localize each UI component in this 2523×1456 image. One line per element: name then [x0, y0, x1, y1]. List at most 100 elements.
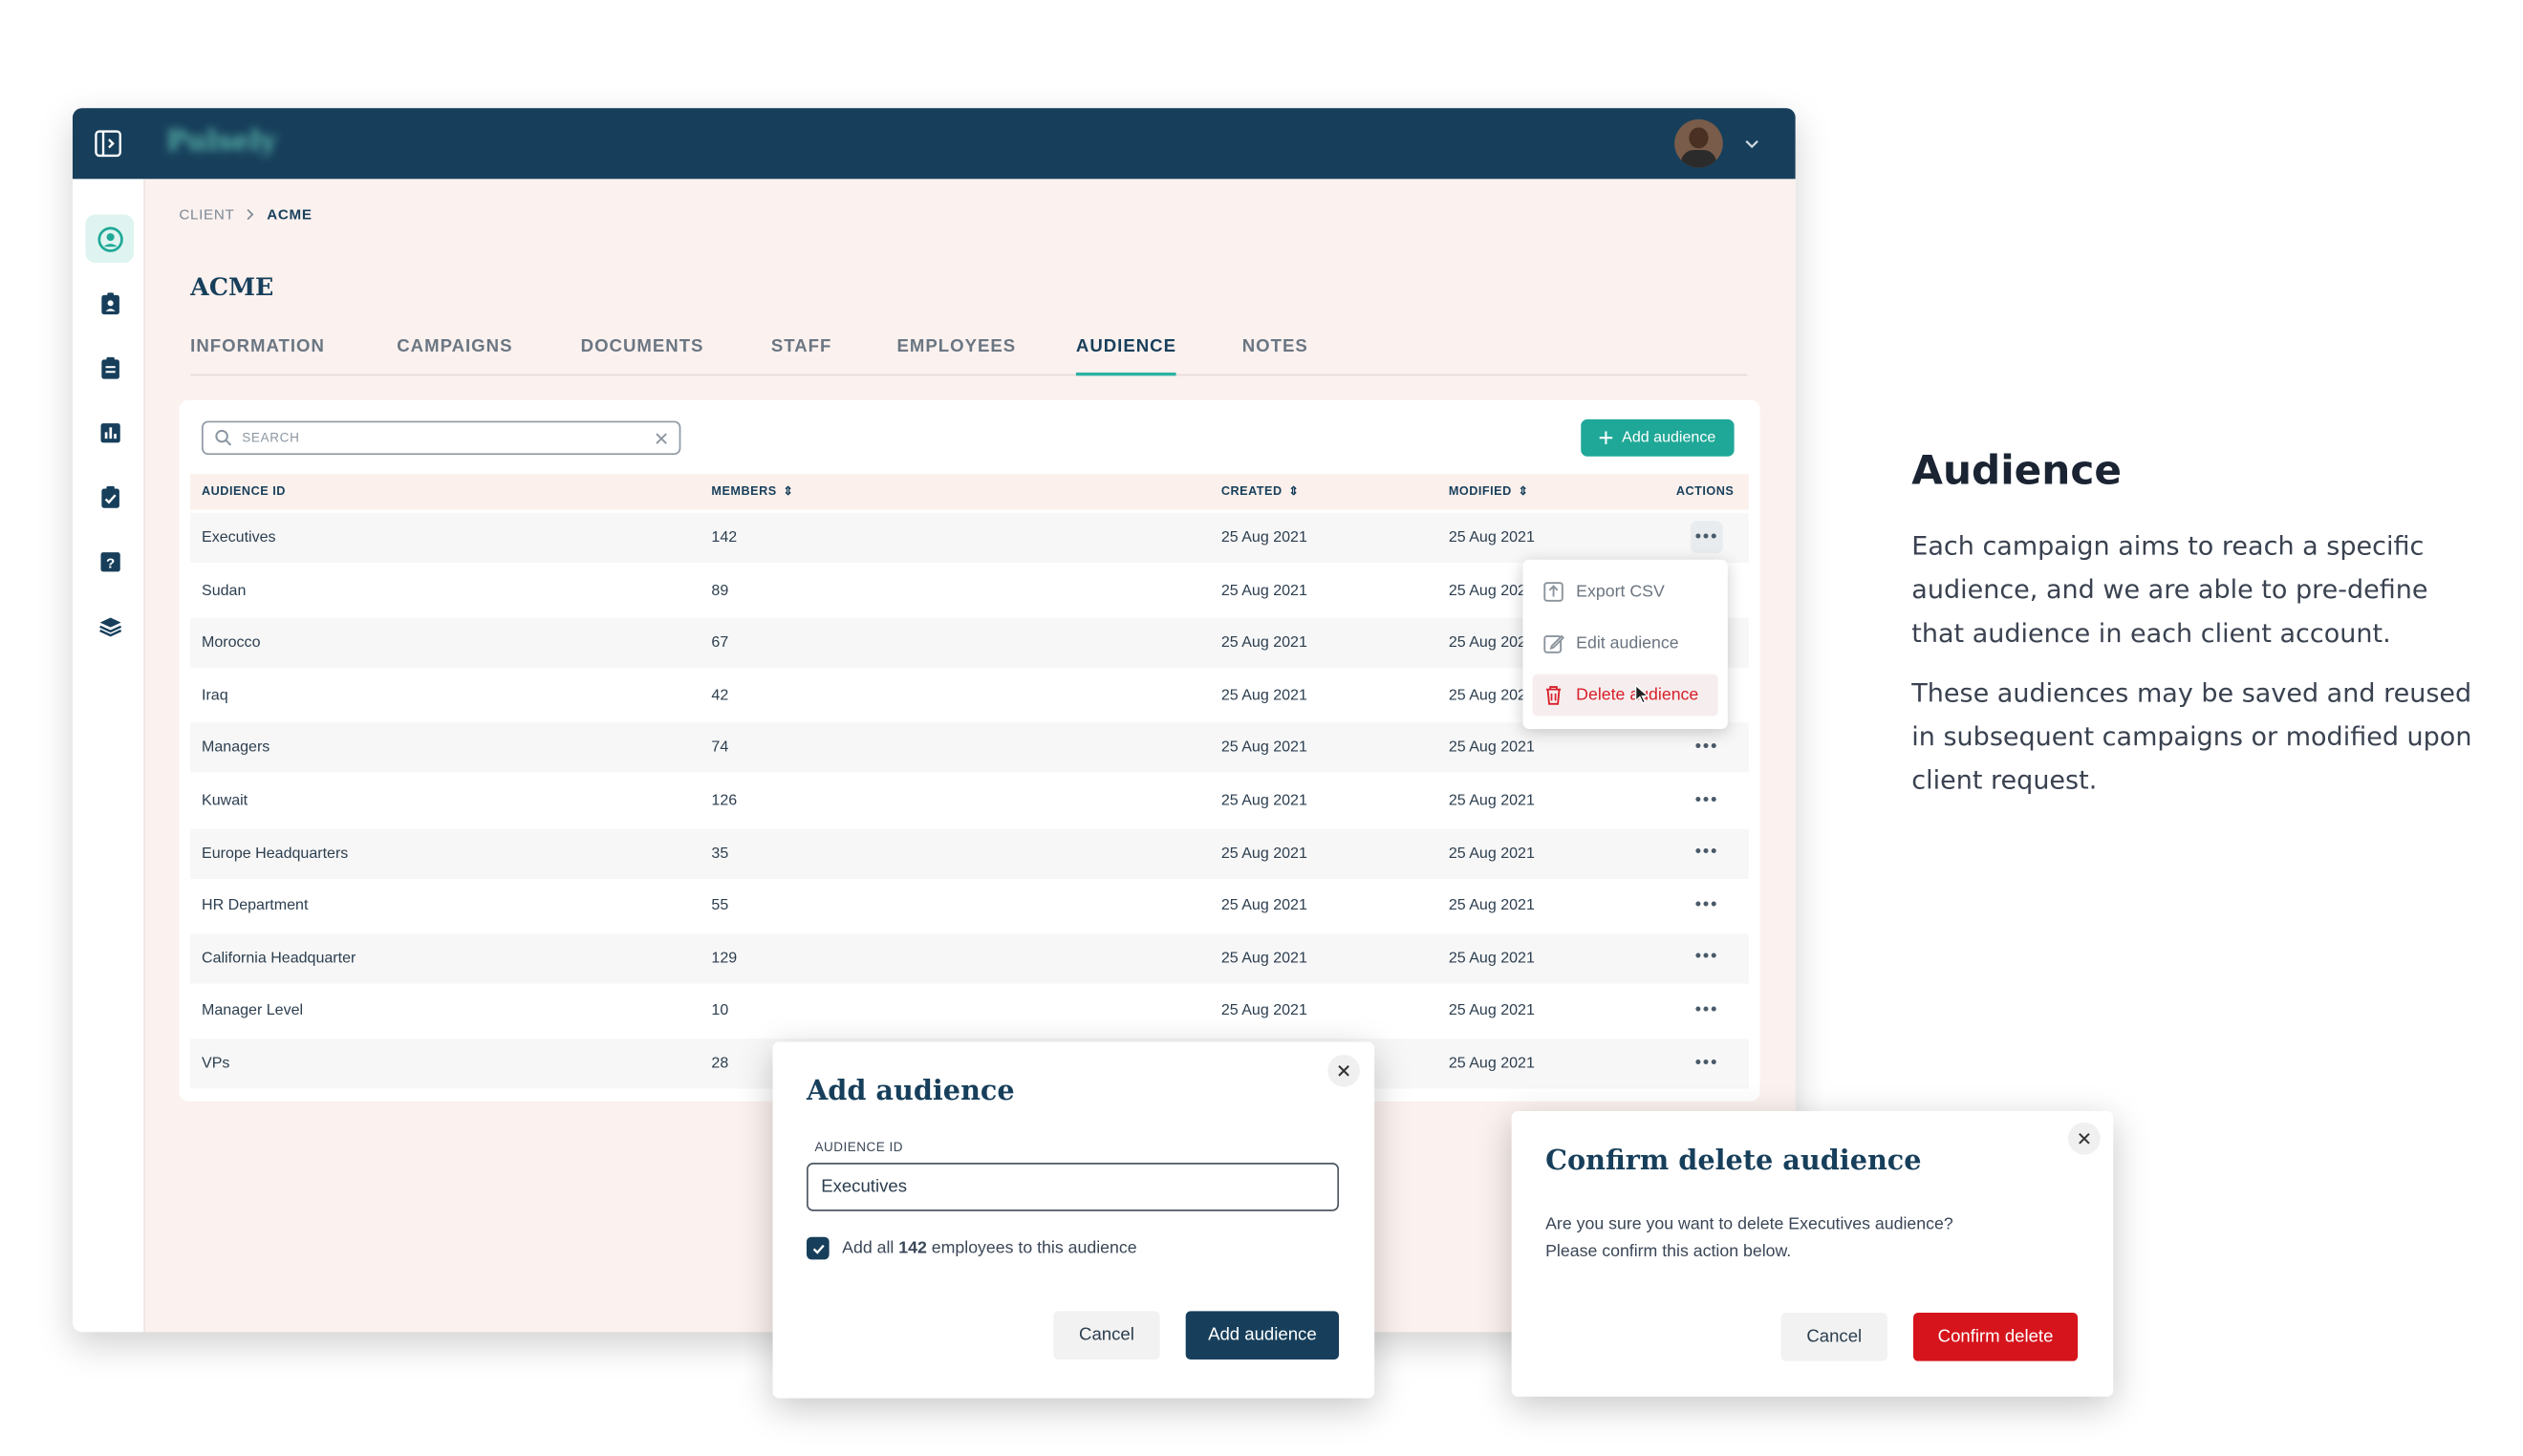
add-all-suffix: employees to this audience	[926, 1238, 1137, 1258]
cell-id: Managers	[202, 739, 270, 758]
cell-modified: 25 Aug 2021	[1448, 739, 1535, 758]
cell-members: 129	[711, 949, 738, 968]
cell-created: 25 Aug 2021	[1220, 686, 1307, 705]
layers-icon[interactable]	[85, 602, 134, 651]
cell-modified: 25 Aug 2021	[1448, 686, 1535, 705]
menu-delete-audience[interactable]: Delete audience	[1532, 674, 1718, 717]
tab-employees[interactable]: EMPLOYEES	[897, 337, 1017, 376]
table-row[interactable]: Sudan8925 Aug 202125 Aug 2021•••	[190, 566, 1749, 615]
col-created[interactable]: CREATED ⇕	[1221, 474, 1300, 509]
add-audience-label: Add audience	[1622, 429, 1716, 447]
cell-created: 25 Aug 2021	[1220, 791, 1307, 810]
audience-id-field[interactable]: Executives	[807, 1163, 1340, 1211]
svg-text:?: ?	[105, 555, 114, 571]
tab-staff[interactable]: STAFF	[771, 337, 832, 376]
delete-message-line2: Please confirm this action below.	[1545, 1241, 1792, 1262]
trash-icon	[1545, 686, 1562, 705]
more-actions-icon[interactable]: •••	[1691, 941, 1723, 974]
table-row[interactable]: Executives 142 25 Aug 2021 25 Aug 2021 •••	[190, 512, 1749, 564]
table-row[interactable]: Kuwait 126 25 Aug 2021 25 Aug 2021 •••	[190, 776, 1749, 825]
tab-campaigns[interactable]: CAMPAIGNS	[397, 337, 512, 376]
cell-created: 25 Aug 2021	[1220, 581, 1307, 600]
cell-modified: 25 Aug 2021	[1448, 949, 1535, 968]
chevron-down-icon[interactable]	[1742, 134, 1761, 153]
table-row[interactable]: Europe Headquarters 35 25 Aug 2021 25 Aug 2…	[190, 827, 1749, 879]
add-all-employees-option: Add all 142 employees to this audience	[807, 1236, 1137, 1260]
close-button[interactable]	[1327, 1054, 1360, 1087]
cancel-button[interactable]: Cancel	[1780, 1313, 1887, 1361]
tab-documents[interactable]: DOCUMENTS	[581, 337, 704, 376]
add-all-checkbox[interactable]	[807, 1236, 830, 1260]
brand-logo[interactable]: Pulsely	[166, 126, 276, 159]
cell-members: 28	[711, 1054, 729, 1073]
more-actions-icon[interactable]: •••	[1691, 521, 1723, 553]
help-icon[interactable]: ?	[85, 537, 134, 586]
cancel-button[interactable]: Cancel	[1053, 1311, 1160, 1360]
cell-modified: 25 Aug 2021	[1448, 1001, 1535, 1020]
more-actions-icon[interactable]: •••	[1691, 836, 1723, 868]
cell-created: 25 Aug 2021	[1220, 1001, 1307, 1020]
bar-chart-icon[interactable]	[85, 408, 134, 457]
cell-id: Europe Headquarters	[202, 844, 349, 863]
avatar[interactable]	[1674, 118, 1723, 168]
col-modified[interactable]: MODIFIED ⇕	[1449, 474, 1529, 509]
side-copy-paragraph-2: These audiences may be saved and reused …	[1911, 676, 2472, 796]
add-audience-button[interactable]: Add audience	[1581, 418, 1735, 457]
more-actions-icon[interactable]: •••	[1691, 1047, 1723, 1080]
cell-created: 25 Aug 2021	[1220, 896, 1307, 915]
table-row[interactable]: Morocco6725 Aug 202125 Aug 2021•••	[190, 617, 1749, 669]
cell-modified: 25 Aug 2021	[1448, 581, 1535, 600]
more-actions-icon[interactable]: •••	[1691, 731, 1723, 763]
close-icon	[2079, 1132, 2090, 1145]
cursor-icon	[1634, 683, 1650, 704]
checklist-icon[interactable]	[85, 473, 134, 522]
cell-members: 55	[711, 896, 729, 915]
menu-export-csv[interactable]: Export CSV	[1533, 571, 1718, 613]
search-input[interactable]: SEARCH	[202, 420, 681, 456]
menu-edit-audience[interactable]: Edit audience	[1533, 623, 1718, 665]
table-row[interactable]: Manager Level 10 25 Aug 2021 25 Aug 2021 •••	[190, 986, 1749, 1036]
confirm-delete-button[interactable]: Confirm delete	[1912, 1313, 2079, 1361]
add-audience-modal: Add audience AUDIENCE ID Executives Add …	[772, 1041, 1375, 1399]
close-button[interactable]	[2068, 1122, 2101, 1155]
table-row[interactable]: Iraq4225 Aug 202125 Aug 2021•••	[190, 671, 1749, 720]
clipboard-icon[interactable]	[85, 344, 134, 393]
clear-icon[interactable]	[655, 432, 668, 445]
more-actions-icon[interactable]: •••	[1691, 783, 1723, 816]
table-row[interactable]: Managers 74 25 Aug 2021 25 Aug 2021 •••	[190, 722, 1749, 774]
table-row[interactable]: HR Department 55 25 Aug 2021 25 Aug 2021 •••	[190, 881, 1749, 931]
tab-audience[interactable]: AUDIENCE	[1075, 337, 1176, 376]
cell-id: HR Department	[202, 896, 309, 915]
page-title: ACME	[190, 272, 274, 302]
sidebar: ?	[72, 179, 145, 1333]
cell-members: 42	[711, 686, 729, 705]
breadcrumb-root[interactable]: CLIENT	[179, 206, 234, 223]
sort-icon: ⇕	[1288, 483, 1300, 499]
cell-modified: 25 Aug 2021	[1448, 844, 1535, 863]
actions-menu: Export CSV Edit audience Delete audience	[1522, 559, 1728, 729]
cell-members: 89	[711, 581, 729, 600]
more-actions-icon[interactable]: •••	[1691, 889, 1723, 921]
cell-modified: 25 Aug 2021	[1448, 633, 1535, 653]
col-members[interactable]: MEMBERS ⇕	[711, 474, 793, 509]
delete-message: Are you sure you want to delete Executiv…	[1545, 1211, 1953, 1266]
col-actions: ACTIONS	[1675, 483, 1735, 499]
plus-icon	[1600, 431, 1613, 445]
cell-created: 25 Aug 2021	[1220, 739, 1307, 758]
cell-created: 25 Aug 2021	[1220, 844, 1307, 863]
id-badge-icon[interactable]	[85, 279, 134, 328]
more-actions-icon[interactable]: •••	[1691, 994, 1723, 1026]
sidebar-toggle-icon[interactable]	[94, 129, 122, 158]
table-row[interactable]: California Headquarter 129 25 Aug 2021 25 A…	[190, 933, 1749, 984]
tab-information[interactable]: INFORMATION	[190, 337, 325, 376]
cell-id: VPs	[202, 1054, 230, 1073]
user-circle-icon[interactable]	[85, 214, 135, 264]
sort-icon: ⇕	[783, 483, 794, 499]
tab-notes[interactable]: NOTES	[1242, 337, 1308, 376]
cell-members: 74	[711, 739, 729, 758]
add-audience-submit-button[interactable]: Add audience	[1185, 1311, 1340, 1360]
audience-id-label: AUDIENCE ID	[814, 1140, 904, 1155]
table-header: AUDIENCE ID MEMBERS ⇕ CREATED ⇕ MODIFIED ⇕ …	[190, 474, 1749, 510]
export-icon	[1543, 582, 1563, 602]
sort-icon: ⇕	[1518, 483, 1529, 499]
